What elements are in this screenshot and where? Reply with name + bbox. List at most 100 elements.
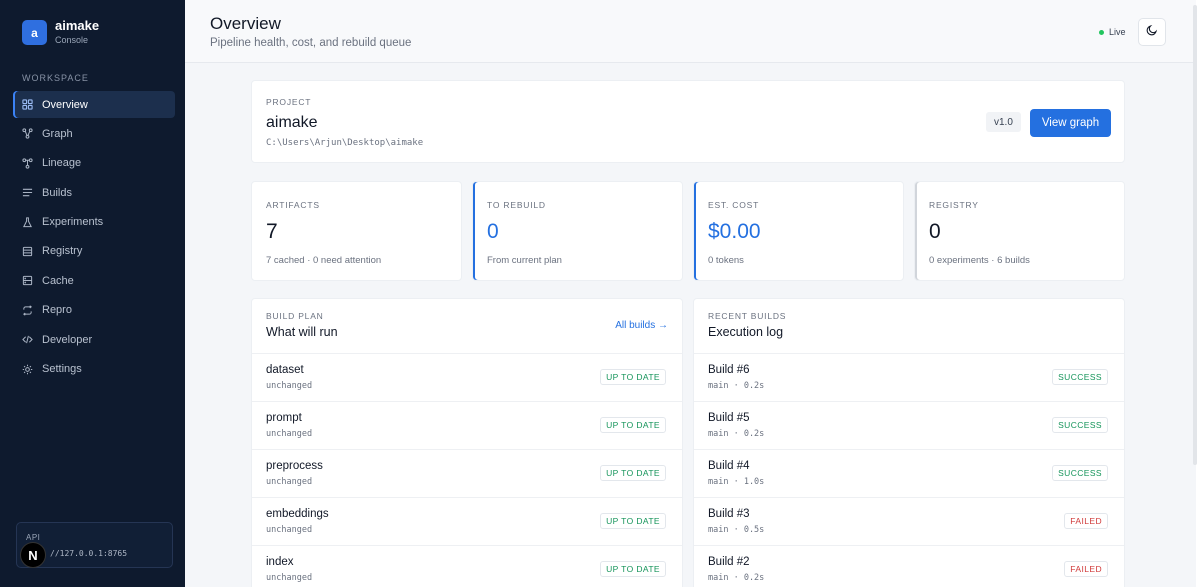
sidebar-item-developer[interactable]: Developer: [13, 326, 175, 353]
sidebar-item-label: Cache: [42, 274, 74, 287]
sidebar-item-repro[interactable]: Repro: [13, 297, 175, 324]
brand-subtitle: Console: [55, 35, 89, 45]
project-card: PROJECT aimake C:\Users\Arjun\Desktop\ai…: [251, 80, 1125, 163]
next-badge[interactable]: N: [20, 542, 46, 568]
status-badge: FAILED: [1064, 513, 1108, 529]
sidebar-item-label: Overview: [42, 98, 88, 111]
main-content: Overview Pipeline health, cost, and rebu…: [185, 0, 1196, 587]
sidebar-item-label: Graph: [42, 127, 73, 140]
build-plan-list: dataset unchanged UP TO DATE prompt unch…: [252, 353, 682, 587]
list-item[interactable]: dataset unchanged UP TO DATE: [252, 353, 682, 401]
artifact-name: dataset: [266, 364, 304, 376]
page-header: Overview Pipeline health, cost, and rebu…: [185, 0, 1196, 63]
stat-value: 7: [266, 220, 278, 243]
list-item[interactable]: Build #4 main · 1.0s SUCCESS: [694, 449, 1124, 497]
theme-toggle-button[interactable]: [1138, 18, 1166, 46]
status-badge: SUCCESS: [1052, 417, 1108, 433]
live-label: Live: [1109, 27, 1126, 37]
stat-note: From current plan: [487, 255, 562, 266]
repeat-icon: [22, 305, 33, 316]
stat-value: 0: [487, 220, 499, 243]
sidebar-item-experiments[interactable]: Experiments: [13, 209, 175, 236]
live-dot-icon: [1099, 29, 1104, 35]
build-meta: main · 0.2s: [708, 381, 765, 391]
artifact-name: prompt: [266, 412, 302, 424]
recent-builds-list: Build #6 main · 0.2s SUCCESS Build #5 ma…: [694, 353, 1124, 587]
list-icon: [22, 187, 33, 198]
build-meta: main · 0.5s: [708, 525, 765, 535]
stat-note: 7 cached · 0 need attention: [266, 255, 382, 266]
sidebar-item-registry[interactable]: Registry: [13, 238, 175, 265]
sidebar-item-lineage[interactable]: Lineage: [13, 150, 175, 177]
sidebar-item-overview[interactable]: Overview: [13, 91, 175, 118]
graph-icon: [22, 128, 33, 139]
list-item[interactable]: Build #5 main · 0.2s SUCCESS: [694, 401, 1124, 449]
sidebar-item-builds[interactable]: Builds: [13, 179, 175, 206]
status-badge: UP TO DATE: [600, 513, 666, 529]
api-label: API: [26, 533, 41, 542]
list-item[interactable]: embeddings unchanged UP TO DATE: [252, 497, 682, 545]
page-subtitle: Pipeline health, cost, and rebuild queue: [210, 37, 412, 49]
list-item[interactable]: index unchanged UP TO DATE: [252, 545, 682, 587]
list-item[interactable]: preprocess unchanged UP TO DATE: [252, 449, 682, 497]
database-icon: [22, 246, 33, 257]
version-badge: v1.0: [986, 112, 1021, 132]
list-item[interactable]: prompt unchanged UP TO DATE: [252, 401, 682, 449]
artifact-name: preprocess: [266, 460, 323, 472]
build-meta: main · 1.0s: [708, 477, 765, 487]
api-url: //127.0.0.1:8765: [50, 549, 128, 558]
cache-icon: [22, 275, 33, 286]
artifact-meta: unchanged: [266, 573, 313, 583]
project-name: aimake: [266, 114, 318, 131]
build-name: Build #3: [708, 508, 750, 520]
artifact-name: index: [266, 556, 294, 568]
page-scrollbar[interactable]: [1193, 5, 1197, 465]
status-badge: UP TO DATE: [600, 465, 666, 481]
all-builds-link[interactable]: All builds →: [615, 320, 668, 331]
artifact-meta: unchanged: [266, 429, 313, 439]
list-item[interactable]: Build #3 main · 0.5s FAILED: [694, 497, 1124, 545]
stat-card-to-rebuild: TO REBUILD 0 From current plan: [472, 181, 683, 281]
status-badge: UP TO DATE: [600, 417, 666, 433]
list-item[interactable]: Build #2 main · 0.2s FAILED: [694, 545, 1124, 587]
build-meta: main · 0.2s: [708, 573, 765, 583]
recent-builds-panel: RECENT BUILDS Execution log Build #6 mai…: [693, 298, 1125, 587]
brand[interactable]: a aimake Console: [22, 19, 99, 46]
sidebar-item-label: Developer: [42, 333, 93, 346]
sidebar-item-label: Experiments: [42, 216, 104, 229]
stat-note: 0 tokens: [708, 255, 744, 266]
code-icon: [22, 334, 33, 345]
build-name: Build #6: [708, 364, 750, 376]
panel-title: Execution log: [708, 325, 784, 339]
stat-label: EST. COST: [708, 200, 760, 210]
sidebar-item-label: Settings: [42, 363, 82, 376]
sidebar-item-label: Lineage: [42, 157, 82, 170]
panel-title: What will run: [266, 325, 338, 339]
project-eyebrow: PROJECT: [266, 97, 312, 107]
lineage-icon: [22, 158, 33, 169]
panel-eyebrow: RECENT BUILDS: [708, 311, 787, 321]
sidebar-item-settings[interactable]: Settings: [13, 356, 175, 383]
status-badge: SUCCESS: [1052, 369, 1108, 385]
page-title: Overview: [210, 14, 281, 33]
flask-icon: [22, 216, 33, 228]
sidebar-item-cache[interactable]: Cache: [13, 267, 175, 294]
stat-card-registry: REGISTRY 0 0 experiments · 6 builds: [914, 181, 1125, 281]
status-badge: UP TO DATE: [600, 369, 666, 385]
sidebar-item-label: Builds: [42, 186, 72, 199]
view-graph-button[interactable]: View graph: [1030, 109, 1111, 137]
section-label-workspace: WORKSPACE: [22, 73, 89, 83]
sidebar-item-label: Repro: [42, 304, 72, 317]
stat-value: 0: [929, 220, 941, 243]
sidebar: a aimake Console WORKSPACE Overview Grap…: [0, 0, 185, 587]
panel-eyebrow: BUILD PLAN: [266, 311, 324, 321]
artifact-meta: unchanged: [266, 381, 313, 391]
stat-value: $0.00: [708, 220, 761, 243]
status-badge: SUCCESS: [1052, 465, 1108, 481]
artifact-meta: unchanged: [266, 477, 313, 487]
sidebar-item-graph[interactable]: Graph: [13, 120, 175, 147]
sidebar-item-label: Registry: [42, 245, 83, 258]
list-item[interactable]: Build #6 main · 0.2s SUCCESS: [694, 353, 1124, 401]
moon-icon: [1146, 23, 1158, 41]
live-indicator: Live: [1092, 22, 1133, 42]
